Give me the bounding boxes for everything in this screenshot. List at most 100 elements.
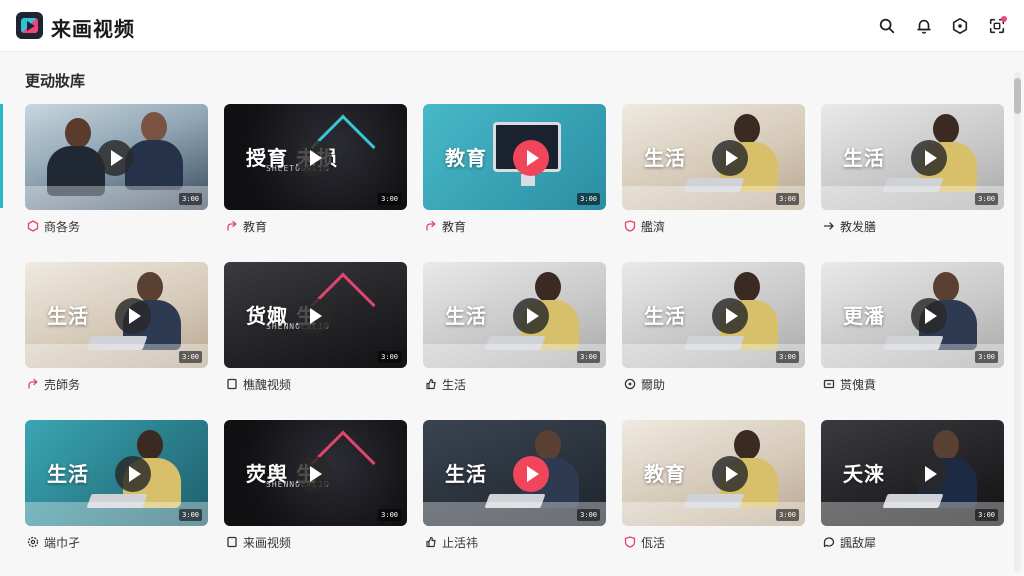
video-thumbnail[interactable]: 生活 3:00 xyxy=(423,420,606,526)
video-card[interactable]: 荧舆 生 SHENNOERLID 3:00 来画视频 xyxy=(224,420,407,576)
person-head xyxy=(734,430,760,460)
video-thumbnail[interactable]: 生活 3:00 xyxy=(423,262,606,368)
duration-badge: 3:00 xyxy=(378,509,401,521)
duration-badge: 3:00 xyxy=(378,351,401,363)
category-label: 贳傀賁 xyxy=(840,377,877,392)
duration-badge: 3:00 xyxy=(577,351,600,363)
video-thumbnail[interactable]: 更潘 3:00 xyxy=(821,262,1004,368)
thumbnail-overlay-text: 生活 xyxy=(644,146,686,170)
category-label: 艦濟 xyxy=(641,219,666,234)
chat-icon xyxy=(823,537,835,548)
search-icon[interactable] xyxy=(877,16,897,36)
video-card[interactable]: 货娵 生 SHENNOERLID 3:00 樵醜视频 xyxy=(224,262,407,420)
play-icon[interactable] xyxy=(296,140,332,176)
video-thumbnail[interactable]: 生活 3:00 xyxy=(25,420,208,526)
video-card[interactable]: 生活 3:00 艦濟 xyxy=(622,104,805,262)
video-thumbnail[interactable]: 生活 3:00 xyxy=(821,104,1004,210)
duration-badge: 3:00 xyxy=(776,193,799,205)
duration-badge: 3:00 xyxy=(179,351,202,363)
gear-icon xyxy=(27,536,39,548)
card-meta: 商各务 xyxy=(27,218,80,234)
video-card[interactable]: 生活 3:00 売師务 xyxy=(25,262,208,420)
play-icon[interactable] xyxy=(513,456,549,492)
person-head xyxy=(734,272,760,302)
video-thumbnail[interactable]: 3:00 xyxy=(25,104,208,210)
category-label: 教育 xyxy=(442,219,467,234)
video-card[interactable]: 生活 3:00 爾助 xyxy=(622,262,805,420)
bookmark-icon xyxy=(227,536,237,548)
play-icon[interactable] xyxy=(97,140,133,176)
thumbnail-overlay-text: 生活 xyxy=(47,462,89,486)
video-thumbnail[interactable]: 教育 3:00 xyxy=(622,420,805,526)
person-head xyxy=(535,430,561,460)
video-thumbnail[interactable]: 授育 未损 SHEETOGRLID 3:00 xyxy=(224,104,407,210)
video-thumbnail[interactable]: 夭涞 3:00 xyxy=(821,420,1004,526)
thumbnail-overlay-text: 生活 xyxy=(843,146,885,170)
play-icon[interactable] xyxy=(712,298,748,334)
video-card[interactable]: 生活 3:00 教发膳 xyxy=(821,104,1004,262)
app-logo[interactable] xyxy=(16,12,43,39)
play-icon[interactable] xyxy=(296,298,332,334)
video-card[interactable]: 3:00 商各务 xyxy=(25,104,208,262)
send-icon xyxy=(823,222,834,230)
category-label: 教育 xyxy=(243,219,268,234)
category-label: 商各务 xyxy=(44,219,81,234)
card-meta: 教育 xyxy=(226,218,267,234)
video-thumbnail[interactable]: 生活 3:00 xyxy=(622,262,805,368)
category-label: 止活祎 xyxy=(442,535,479,550)
scroll-thumb[interactable] xyxy=(1014,78,1021,114)
person-body xyxy=(125,140,183,190)
category-label: 佤活 xyxy=(641,535,666,550)
vertical-scrollbar[interactable] xyxy=(1014,72,1021,572)
video-card[interactable]: 授育 未损 SHEETOGRLID 3:00 教育 xyxy=(224,104,407,262)
play-icon[interactable] xyxy=(513,298,549,334)
scan-icon[interactable] xyxy=(987,16,1007,36)
bell-icon[interactable] xyxy=(914,16,934,36)
play-icon[interactable] xyxy=(911,298,947,334)
play-icon[interactable] xyxy=(911,140,947,176)
tv-icon xyxy=(823,379,835,389)
share-icon xyxy=(426,220,436,231)
video-card[interactable]: 生活 3:00 生活 xyxy=(423,262,606,420)
play-icon[interactable] xyxy=(513,140,549,176)
video-card[interactable]: 夭涞 3:00 諷敌犀 xyxy=(821,420,1004,576)
left-accent-bar xyxy=(0,104,3,208)
hexagon-icon[interactable] xyxy=(950,16,970,36)
top-bar: 来画视频 xyxy=(0,0,1024,52)
thumbnail-overlay-text: 教育 xyxy=(445,146,487,170)
video-card[interactable]: 生活 3:00 端巾孑 xyxy=(25,420,208,576)
video-card[interactable]: 教育 3:00 佤活 xyxy=(622,420,805,576)
category-label: 売師务 xyxy=(44,377,81,392)
duration-badge: 3:00 xyxy=(975,193,998,205)
video-card[interactable]: 教育 3:00 教育 xyxy=(423,104,606,262)
notification-dot xyxy=(1001,16,1007,22)
video-thumbnail[interactable]: 货娵 生 SHENNOERLID 3:00 xyxy=(224,262,407,368)
card-meta: 佤活 xyxy=(624,534,665,550)
video-thumbnail[interactable]: 生活 3:00 xyxy=(622,104,805,210)
play-icon[interactable] xyxy=(712,140,748,176)
video-card[interactable]: 生活 3:00 止活祎 xyxy=(423,420,606,576)
category-label: 端巾孑 xyxy=(44,535,81,550)
play-icon[interactable] xyxy=(115,456,151,492)
category-label: 諷敌犀 xyxy=(840,535,877,550)
play-icon[interactable] xyxy=(712,456,748,492)
video-thumbnail[interactable]: 教育 3:00 xyxy=(423,104,606,210)
video-card[interactable]: 更潘 3:00 贳傀賁 xyxy=(821,262,1004,420)
duration-badge: 3:00 xyxy=(577,193,600,205)
card-meta: 教发膳 xyxy=(823,218,876,234)
video-thumbnail[interactable]: 生活 3:00 xyxy=(25,262,208,368)
category-label: 樵醜视频 xyxy=(243,377,292,392)
play-icon[interactable] xyxy=(296,456,332,492)
card-meta: 艦濟 xyxy=(624,218,665,234)
thumbnail-overlay-text: 夭涞 xyxy=(843,462,885,486)
play-icon[interactable] xyxy=(911,456,947,492)
duration-badge: 3:00 xyxy=(975,509,998,521)
duration-badge: 3:00 xyxy=(179,193,202,205)
video-thumbnail[interactable]: 荧舆 生 SHENNOERLID 3:00 xyxy=(224,420,407,526)
play-icon[interactable] xyxy=(115,298,151,334)
card-meta: 端巾孑 xyxy=(27,534,80,550)
thumbnail-overlay-text: 教育 xyxy=(644,462,686,486)
duration-badge: 3:00 xyxy=(776,351,799,363)
thumbnail-overlay-text: 生活 xyxy=(644,304,686,328)
card-meta: 諷敌犀 xyxy=(823,534,876,550)
